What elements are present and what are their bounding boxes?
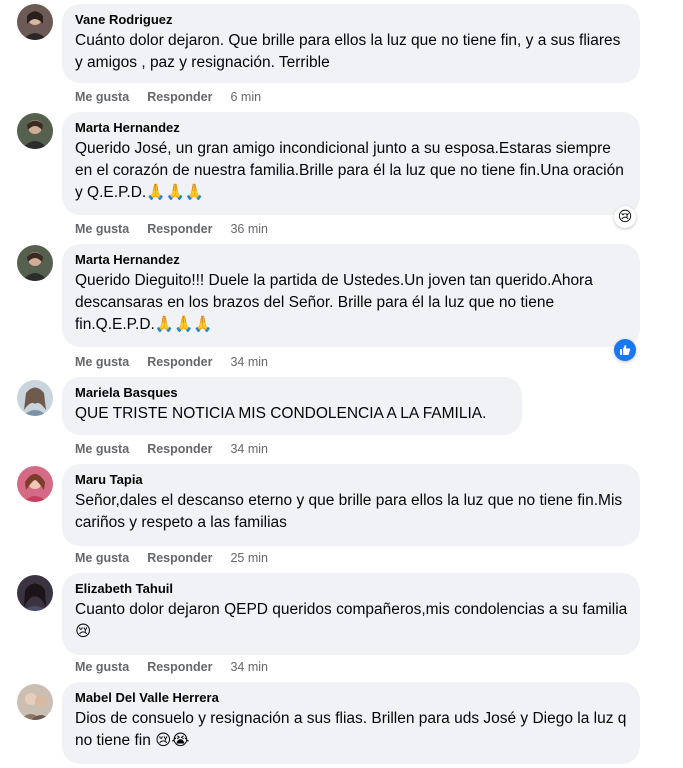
comment-text: Querido Dieguito!!! Duele la partida de … — [75, 272, 593, 333]
comment-actions: Me gusta Responder 34 min — [75, 659, 268, 675]
avatar[interactable] — [17, 575, 53, 611]
comment-timestamp[interactable]: 34 min — [230, 442, 268, 456]
comment-actions: Me gusta Responder 6 min — [75, 89, 261, 105]
like-button[interactable]: Me gusta — [75, 660, 129, 674]
comment-author[interactable]: Marta Hernandez — [75, 120, 628, 136]
comment-author[interactable]: Marta Hernandez — [75, 252, 628, 268]
like-button[interactable]: Me gusta — [75, 90, 129, 104]
comment-bubble: Vane Rodriguez Cuánto dolor dejaron. Que… — [62, 4, 640, 83]
comment-bubble: Mariela Basques QUE TRISTE NOTICIA MIS C… — [62, 377, 522, 435]
comment-author[interactable]: Vane Rodriguez — [75, 12, 628, 28]
reply-button[interactable]: Responder — [147, 355, 212, 369]
comment-timestamp[interactable]: 36 min — [230, 222, 268, 236]
like-button[interactable]: Me gusta — [75, 355, 129, 369]
comment-author[interactable]: Maru Tapia — [75, 472, 628, 488]
comment-author[interactable]: Mabel Del Valle Herrera — [75, 690, 628, 706]
comment-author[interactable]: Elizabeth Tahuil — [75, 581, 628, 597]
like-reaction-icon[interactable] — [614, 339, 636, 361]
comment-text: Dios de consuelo y resignación a sus fli… — [75, 710, 627, 749]
comment-text: Señor,dales el descanso eterno y que bri… — [75, 492, 623, 531]
comment-timestamp[interactable]: 6 min — [230, 90, 261, 104]
comment-actions: Me gusta Responder 36 min — [75, 221, 268, 237]
reply-button[interactable]: Responder — [147, 222, 212, 236]
like-button[interactable]: Me gusta — [75, 442, 129, 456]
comment-bubble: Marta Hernandez Querido José, un gran am… — [62, 112, 640, 215]
reply-button[interactable]: Responder — [147, 551, 212, 565]
avatar[interactable] — [17, 113, 53, 149]
comment-actions: Me gusta Responder 34 min — [75, 441, 268, 457]
sad-reaction-icon[interactable]: 😢 — [614, 206, 636, 228]
comment-timestamp[interactable]: 34 min — [230, 355, 268, 369]
comment-timestamp[interactable]: 34 min — [230, 660, 268, 674]
reaction-emoji: 😢 — [617, 209, 633, 225]
reply-button[interactable]: Responder — [147, 660, 212, 674]
comment-actions: Me gusta Responder 34 min — [75, 354, 268, 370]
avatar[interactable] — [17, 245, 53, 281]
reply-button[interactable]: Responder — [147, 442, 212, 456]
comment-bubble: Elizabeth Tahuil Cuanto dolor dejaron QE… — [62, 573, 640, 655]
avatar[interactable] — [17, 466, 53, 502]
comment-bubble: Mabel Del Valle Herrera Dios de consuelo… — [62, 682, 640, 764]
like-button[interactable]: Me gusta — [75, 222, 129, 236]
comment-timestamp[interactable]: 25 min — [230, 551, 268, 565]
avatar[interactable] — [17, 684, 53, 720]
avatar[interactable] — [17, 4, 53, 40]
comment-actions: Me gusta Responder 25 min — [75, 550, 268, 566]
comment-bubble: Marta Hernandez Querido Dieguito!!! Duel… — [62, 244, 640, 347]
comment-text: Cuanto dolor dejaron QEPD queridos compa… — [75, 601, 628, 640]
comment-text: Querido José, un gran amigo incondiciona… — [75, 140, 624, 201]
like-button[interactable]: Me gusta — [75, 551, 129, 565]
comment-author[interactable]: Mariela Basques — [75, 385, 510, 401]
comment-bubble: Maru Tapia Señor,dales el descanso etern… — [62, 464, 640, 546]
avatar[interactable] — [17, 380, 53, 416]
thumbs-up-icon — [620, 345, 631, 355]
comment-text: Cuánto dolor dejaron. Que brille para el… — [75, 32, 621, 71]
comment-text: QUE TRISTE NOTICIA MIS CONDOLENCIA A LA … — [75, 405, 487, 422]
reply-button[interactable]: Responder — [147, 90, 212, 104]
